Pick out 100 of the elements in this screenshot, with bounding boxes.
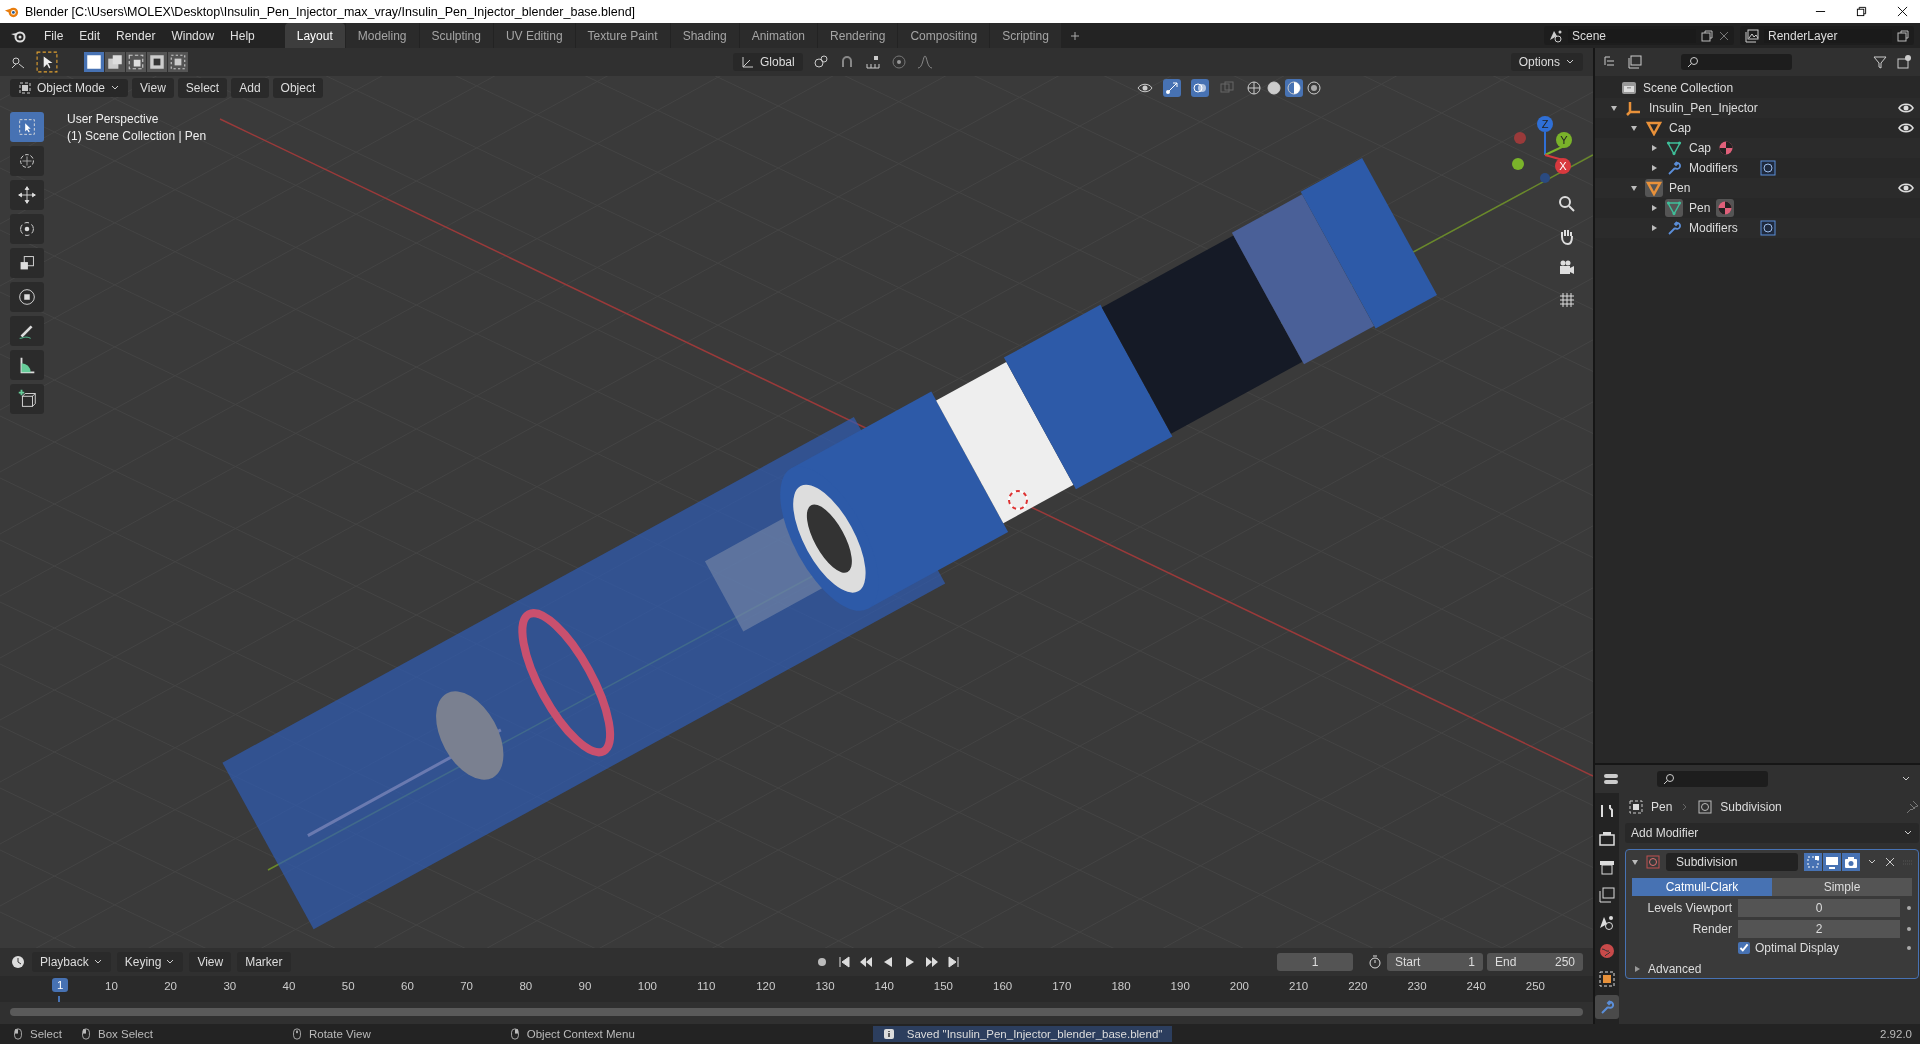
select-mode-icon[interactable] [168, 52, 188, 72]
gizmo-axis-handle[interactable] [1544, 132, 1572, 156]
outliner-item[interactable]: Cap [1669, 121, 1691, 135]
expand-arrow-icon[interactable] [1649, 223, 1659, 233]
timeline-menu[interactable]: Playback [32, 952, 111, 972]
workspace-tab[interactable]: Compositing [898, 23, 990, 48]
expand-arrow-icon[interactable] [1609, 103, 1619, 113]
expand-arrow-icon[interactable] [1629, 123, 1639, 133]
scrollbar[interactable] [10, 1008, 1583, 1016]
modifier-toggle[interactable] [1842, 853, 1860, 871]
pen-model-drawing[interactable] [222, 158, 1437, 930]
outliner-item[interactable]: Insulin_Pen_Injector [1649, 101, 1758, 115]
outliner-item[interactable]: Scene Collection [1643, 81, 1734, 95]
workspace-tab[interactable]: Animation [739, 23, 818, 48]
editor-type-icon[interactable] [10, 54, 26, 70]
prev-keyframe-icon[interactable] [858, 955, 873, 969]
tool-button[interactable] [10, 316, 44, 346]
gizmo-axis-handle[interactable] [1544, 154, 1571, 174]
workspace-tab[interactable]: Modeling [345, 23, 419, 48]
jump-end-icon[interactable] [946, 955, 961, 969]
copy-icon[interactable] [1700, 28, 1714, 43]
overlay-toggle-icon[interactable] [1191, 79, 1209, 97]
workspace-tab[interactable]: UV Editing [493, 23, 575, 48]
keyframe-dot-icon[interactable] [1906, 926, 1912, 932]
viewport-menu[interactable]: Select [177, 78, 228, 98]
close-icon[interactable] [1897, 6, 1908, 17]
menu-item[interactable]: File [36, 28, 72, 43]
tool-button[interactable] [10, 248, 44, 278]
workspace-tab[interactable]: Texture Paint [575, 23, 670, 48]
timeline-menu[interactable]: View [189, 952, 232, 972]
tool-button[interactable] [10, 214, 44, 244]
outliner-item[interactable]: Modifiers [1689, 161, 1738, 175]
workspace-tab[interactable]: Shading [670, 23, 739, 48]
number-field[interactable]: 2 [1738, 920, 1900, 938]
outliner-item[interactable]: Modifiers [1689, 221, 1738, 235]
search-field[interactable] [1681, 54, 1792, 70]
select-mode-icon[interactable] [105, 52, 125, 72]
modifier-toggle[interactable] [1804, 853, 1822, 871]
3d-viewport[interactable]: Z Y X Object Mode View Select Add Object User Perspective (1) Scene Collection | Pen [0, 76, 1593, 948]
workspace-tab[interactable]: Rendering [818, 23, 898, 48]
editor-type-icon[interactable] [1603, 771, 1619, 787]
workspace-tab[interactable]: Sculpting [419, 23, 493, 48]
expand-arrow-icon[interactable] [1632, 964, 1642, 974]
snap-grid-icon[interactable] [864, 54, 881, 70]
outliner-item[interactable]: Cap [1689, 141, 1711, 155]
gizmo-axis-handle[interactable] [1537, 116, 1553, 156]
restore-icon[interactable] [1856, 6, 1867, 17]
subpanel-header[interactable]: Advanced [1648, 962, 1702, 976]
tool-button[interactable] [10, 384, 44, 414]
proportional-edit-icon[interactable] [890, 54, 907, 70]
viewport-menu[interactable]: Object [272, 78, 324, 98]
menu-item[interactable]: Render [108, 28, 164, 43]
shading-mode-icon[interactable] [1245, 79, 1263, 97]
image-stack-icon[interactable] [1627, 54, 1643, 70]
workspace-tab[interactable]: Scripting [990, 23, 1061, 48]
grid-icon[interactable] [1557, 290, 1577, 310]
tool-button[interactable] [10, 350, 44, 380]
pivot-icon[interactable] [812, 54, 829, 70]
expand-arrow-icon[interactable] [1629, 183, 1639, 193]
add-icon[interactable] [1069, 30, 1080, 41]
pin-icon[interactable] [1905, 800, 1919, 814]
menu-item[interactable]: Help [222, 28, 263, 43]
start-frame-field[interactable]: Start 1 [1387, 953, 1483, 971]
tool-button[interactable] [10, 180, 44, 210]
jump-start-icon[interactable] [836, 955, 851, 969]
expand-arrow-icon[interactable] [1649, 203, 1659, 213]
copy-icon[interactable] [1896, 28, 1910, 43]
falloff-curve-icon[interactable] [916, 54, 933, 70]
expand-arrow-icon[interactable] [1649, 163, 1659, 173]
checkbox[interactable] [1738, 942, 1750, 954]
modifier-name-field[interactable]: Subdivision [1666, 853, 1798, 871]
current-frame-field[interactable]: 1 [1277, 953, 1353, 971]
keyframe-dot-icon[interactable] [1906, 905, 1912, 911]
viewport-menu[interactable]: View [132, 78, 174, 98]
add-modifier-dropdown[interactable]: Add Modifier [1625, 823, 1919, 843]
expand-arrow-icon[interactable] [1649, 143, 1659, 153]
stopwatch-icon[interactable] [1367, 954, 1383, 970]
end-frame-field[interactable]: End 250 [1487, 953, 1583, 971]
menu-item[interactable]: Window [163, 28, 223, 43]
menu-item[interactable]: Edit [71, 28, 109, 43]
image-stack-icon[interactable] [1744, 27, 1760, 44]
select-mode-icon[interactable] [126, 52, 146, 72]
shading-mode-icon[interactable] [1285, 79, 1303, 97]
modifier-icon[interactable] [1759, 160, 1776, 176]
shading-mode-icon[interactable] [1305, 79, 1323, 97]
next-keyframe-icon[interactable] [924, 955, 939, 969]
modifier-toggle[interactable] [1823, 853, 1841, 871]
material-icon[interactable] [1717, 200, 1734, 216]
subdivision-type-option[interactable]: Catmull-Clark [1632, 878, 1772, 896]
mode-dropdown[interactable]: Object Mode [10, 79, 129, 97]
select-mode-icon[interactable] [147, 52, 167, 72]
number-field[interactable]: 0 [1738, 899, 1900, 917]
clock-icon[interactable] [10, 954, 26, 970]
new-collection-icon[interactable] [1896, 54, 1912, 70]
filter-icon[interactable] [1872, 54, 1888, 70]
tool-button[interactable] [10, 282, 44, 312]
orientation-dropdown[interactable]: Global [733, 53, 803, 71]
zoom-icon[interactable] [1557, 194, 1577, 214]
origin-cursor-icon[interactable] [1008, 490, 1028, 510]
gizmo-negative-axis-dots[interactable] [1512, 132, 1550, 183]
